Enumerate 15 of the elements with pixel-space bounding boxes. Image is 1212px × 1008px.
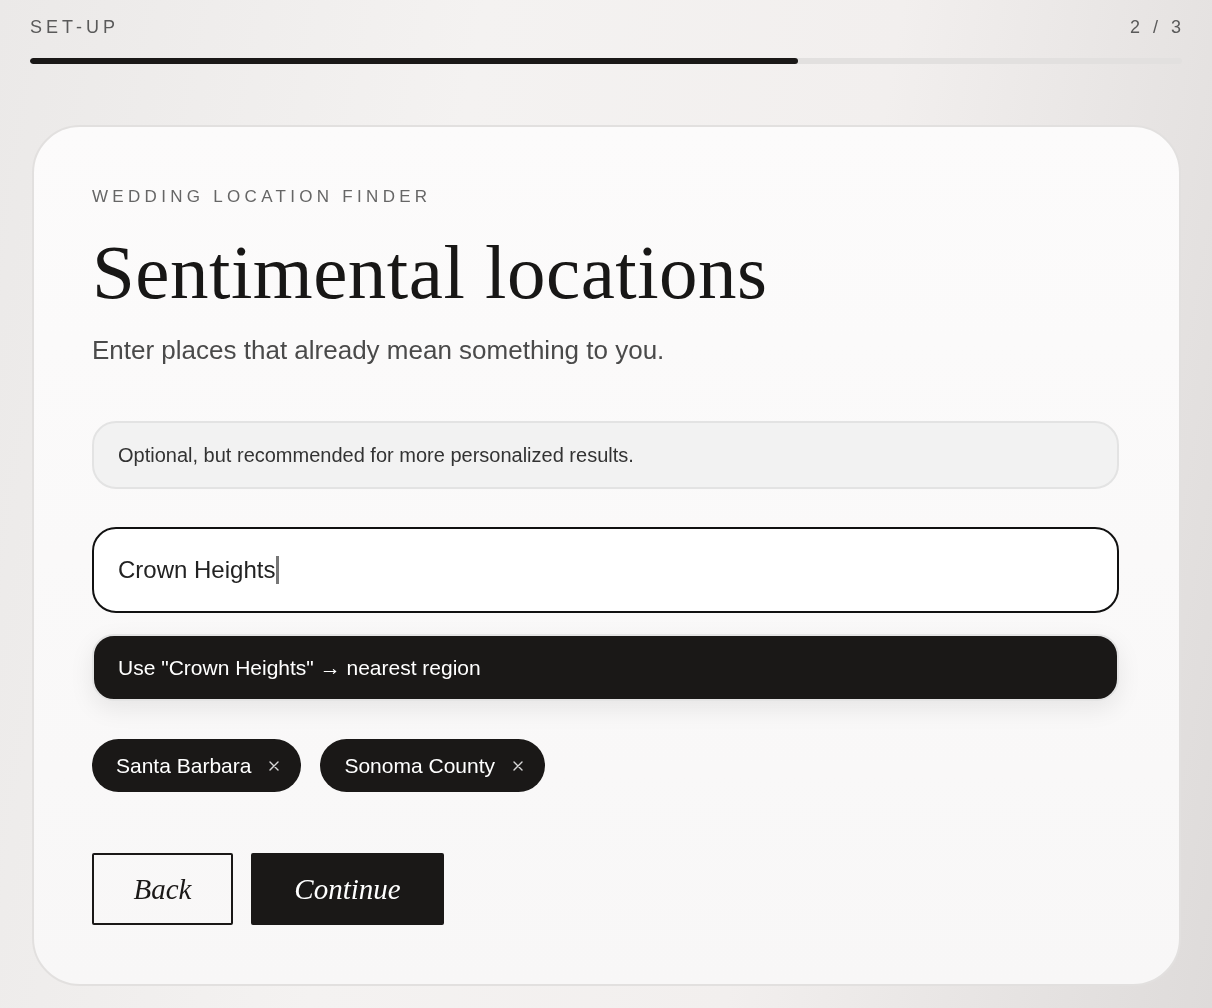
suggestion-option[interactable]: Use "Crown Heights" → nearest region bbox=[92, 634, 1119, 701]
page-title: Sentimental locations bbox=[92, 230, 768, 314]
location-input[interactable]: Crown Heights bbox=[92, 527, 1119, 613]
text-caret-icon bbox=[276, 556, 280, 584]
continue-button[interactable]: Continue bbox=[251, 853, 444, 925]
step-label: SET-UP bbox=[30, 16, 119, 38]
eyebrow-text: WEDDING LOCATION FINDER bbox=[92, 187, 432, 207]
info-note: Optional, but recommended for more personalized results. bbox=[92, 421, 1119, 489]
step-counter: 2 / 3 bbox=[1129, 16, 1185, 38]
close-icon[interactable] bbox=[513, 760, 524, 771]
back-button[interactable]: Back bbox=[92, 853, 233, 925]
location-chip[interactable]: Santa Barbara bbox=[92, 739, 302, 792]
location-chip[interactable]: Sonoma County bbox=[320, 739, 546, 792]
close-icon[interactable] bbox=[269, 760, 280, 771]
subtitle-text: Enter places that already mean something to you. bbox=[92, 334, 665, 366]
